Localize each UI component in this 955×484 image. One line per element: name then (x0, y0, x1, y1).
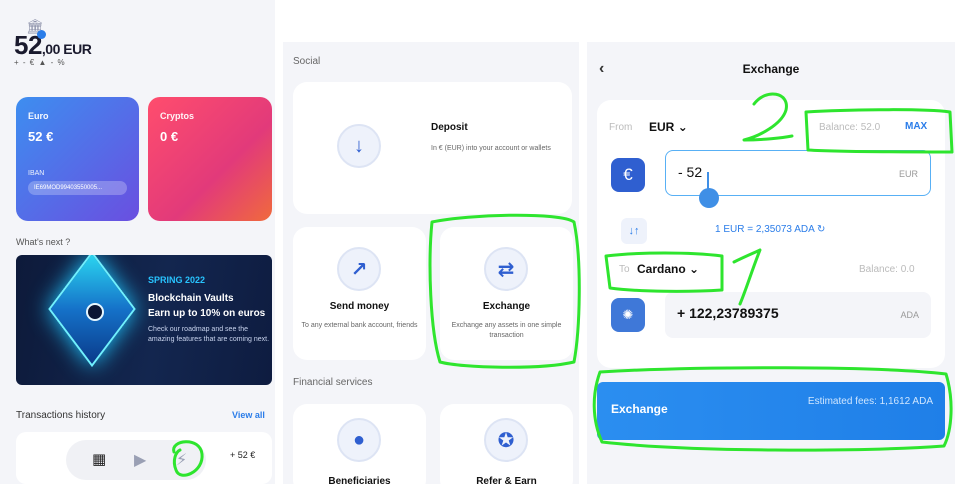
to-unit: ADA (900, 310, 919, 320)
vault-cube-core (86, 303, 104, 321)
promo-banner[interactable]: SPRING 2022 Blockchain Vaults Earn up to… (16, 255, 272, 385)
exchange-title: Exchange (482, 301, 531, 312)
deposit-description: In € (EUR) into your account or wallets (431, 145, 551, 152)
swap-direction-icon[interactable]: ↓↑ (621, 218, 647, 244)
beneficiaries-tile[interactable]: ● Beneficiaries (293, 404, 426, 484)
exchange-button[interactable]: Exchange Estimated fees: 1,1612 ADA (597, 382, 945, 440)
euro-icon: € (611, 158, 645, 192)
chevron-down-icon: ⌄ (689, 262, 700, 276)
exchange-description: Exchange any assets in one simple transa… (451, 322, 562, 340)
from-currency-select[interactable]: EUR ⌄ (649, 120, 688, 134)
estimated-fees: Estimated fees: 1,1612 ADA (807, 396, 933, 407)
crypto-card-amount: 0 € (160, 129, 179, 144)
exchange-button-label: Exchange (611, 402, 668, 416)
balance-change: + - € ▲ - % (14, 58, 66, 67)
services-panel: Social ↓ Deposit In € (EUR) into your ac… (283, 42, 579, 484)
to-balance: Balance: 0.0 (859, 264, 915, 275)
arrow-up-right-icon: ↗ (337, 247, 381, 291)
financial-section-label: Financial services (293, 377, 373, 388)
send-money-title: Send money (329, 301, 390, 312)
exchange-tile[interactable]: ⇄ Exchange Exchange any assets in one si… (440, 227, 573, 360)
send-money-description: To any external bank account, friends (301, 322, 418, 329)
deposit-tile[interactable]: ↓ Deposit In € (EUR) into your account o… (293, 82, 572, 214)
from-unit: EUR (898, 169, 918, 179)
play-icon[interactable]: ▶ (134, 450, 146, 470)
crypto-card[interactable]: Cryptos 0 € (148, 97, 272, 221)
to-label: To (619, 264, 630, 275)
exchange-form: From EUR ⌄ Balance: 52.0 MAX € - 52 EUR … (597, 100, 945, 368)
from-amount-value: - 52 (678, 164, 703, 180)
exchange-panel: ‹ Exchange From EUR ⌄ Balance: 52.0 MAX … (587, 42, 955, 484)
transactions-heading: Transactions history (16, 410, 106, 421)
refresh-icon[interactable]: ↻ (817, 224, 825, 235)
to-currency-select[interactable]: Cardano ⌄ (637, 262, 699, 276)
grid-icon[interactable]: ▦ (92, 450, 106, 468)
promo-subtitle: Earn up to 10% on euros (148, 308, 266, 319)
from-balance: Balance: 52.0 (819, 122, 881, 133)
status-dot (37, 30, 46, 39)
exchange-rate: 1 EUR = 2,35073 ADA ↻ (715, 224, 826, 235)
arrow-down-icon: ↓ (337, 124, 381, 168)
to-amount-value: + 122,23789375 (677, 305, 779, 321)
view-all-link[interactable]: View all (232, 410, 265, 420)
promo-tag: SPRING 2022 (148, 275, 206, 285)
euro-card-title: Euro (28, 111, 49, 121)
send-money-tile[interactable]: ↗ Send money To any external bank accoun… (293, 227, 426, 360)
bottom-nav-bar: ▦ ▶ ⚡ (66, 440, 206, 480)
chevron-down-icon: ⌄ (677, 120, 688, 134)
refer-earn-title: Refer & Earn (476, 476, 537, 484)
cardano-icon: ✺ (611, 298, 645, 332)
promo-description: Check our roadmap and see the amazing fe… (148, 326, 270, 343)
home-panel: 52,00 EUR + - € ▲ - % Euro 52 € IBAN IE6… (0, 0, 275, 484)
to-amount-output: + 122,23789375 ADA (665, 292, 931, 338)
iban-label: IBAN (28, 170, 45, 177)
deposit-title: Deposit (431, 122, 468, 133)
social-section-label: Social (293, 56, 321, 67)
refer-earn-tile[interactable]: ✪ Refer & Earn (440, 404, 573, 484)
crypto-card-title: Cryptos (160, 111, 195, 121)
transaction-amount: + 52 € (230, 450, 256, 460)
iban-value[interactable]: IE69MOD99403550005... (28, 181, 127, 195)
swap-arrows-icon: ⇄ (484, 247, 528, 291)
award-icon: ✪ (484, 418, 528, 462)
whats-next-heading: What's next ? (16, 237, 71, 247)
text-cursor-handle[interactable] (699, 188, 719, 208)
beneficiaries-title: Beneficiaries (328, 476, 391, 484)
max-button[interactable]: MAX (905, 121, 927, 132)
euro-card-amount: 52 € (28, 129, 54, 144)
page-title: Exchange (742, 62, 800, 76)
user-icon: ● (337, 418, 381, 462)
lightning-icon[interactable]: ⚡ (176, 450, 187, 470)
promo-title: Blockchain Vaults (148, 293, 234, 304)
from-label: From (609, 122, 633, 133)
euro-card[interactable]: Euro 52 € IBAN IE69MOD99403550005... (16, 97, 139, 221)
